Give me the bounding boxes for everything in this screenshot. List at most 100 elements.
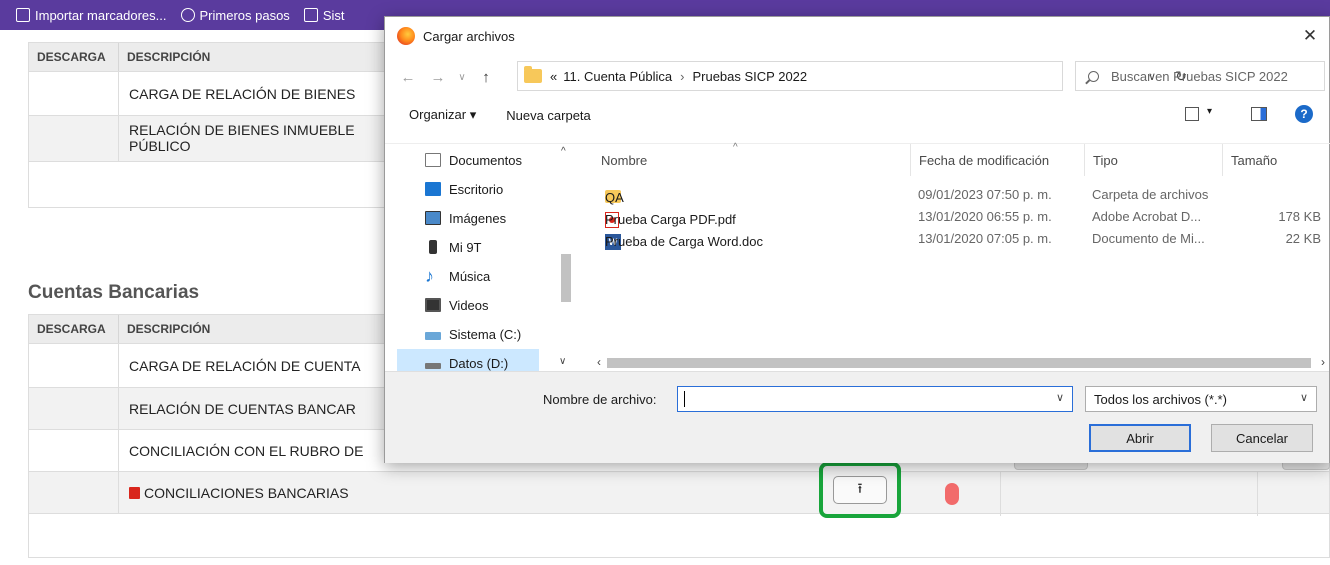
nav-label: Escritorio xyxy=(449,181,504,197)
nav-item-documentos[interactable]: Documentos xyxy=(425,146,575,174)
forward-icon[interactable]: → xyxy=(427,69,449,86)
bookmark-import[interactable]: Importar marcadores... xyxy=(16,8,167,23)
file-size: 178 KB xyxy=(1278,209,1321,224)
back-icon[interactable]: ← xyxy=(397,69,419,86)
file-list-scrollbar[interactable]: ‹ › xyxy=(585,354,1330,372)
screen: Importar marcadores... Primeros pasos Si… xyxy=(0,0,1330,565)
table-row: CONCILIACIONES BANCARIAS xyxy=(29,471,1329,513)
filename-input[interactable]: ∨ xyxy=(677,386,1073,412)
nav-item-mi9t[interactable]: Mi 9T xyxy=(425,233,575,261)
nav-label: Música xyxy=(449,268,491,284)
nav-label: Documentos xyxy=(449,152,522,168)
videos-icon xyxy=(425,298,441,312)
row-description-text: CONCILIACIONES BANCARIAS xyxy=(144,484,349,501)
nav-item-imagenes[interactable]: Imágenes xyxy=(425,204,575,232)
row-description xyxy=(29,514,1329,557)
chevron-down-icon[interactable]: ∨ xyxy=(1056,391,1064,404)
import-icon xyxy=(16,8,30,22)
pdf-icon[interactable] xyxy=(129,486,140,499)
bookmark-sist[interactable]: Sist xyxy=(303,7,345,23)
file-list: Nombre ^ Fecha de modificación Tipo Tama… xyxy=(585,142,1330,372)
address-row: ← → ∨ ↑ « 11. Cuenta Pública › Pruebas S… xyxy=(385,55,1329,99)
file-type: Adobe Acrobat D... xyxy=(1092,209,1202,224)
breadcrumb-pruebas[interactable]: Pruebas SICP 2022 xyxy=(692,69,807,84)
scroll-down-icon[interactable]: ∨ xyxy=(559,356,566,367)
desktop-icon xyxy=(425,182,441,196)
new-folder-button[interactable]: Nueva carpeta xyxy=(506,108,591,123)
file-row[interactable]: W Prueba de Carga Word.doc 13/01/2020 07:… xyxy=(585,228,1330,250)
search-box[interactable]: Buscar en Pruebas SICP 2022 xyxy=(1075,61,1325,91)
filename-label: Nombre de archivo: xyxy=(543,392,657,407)
firefox-icon xyxy=(397,27,415,45)
phone-icon xyxy=(429,240,437,254)
section-title: Cuentas Bancarias xyxy=(28,282,200,303)
file-row[interactable]: QA 09/01/2023 07:50 p. m. Carpeta de arc… xyxy=(585,184,1330,206)
nav-item-musica[interactable]: ♪ Música xyxy=(425,262,575,290)
column-name[interactable]: Nombre xyxy=(601,144,647,176)
upload-icon: ⭱ xyxy=(857,480,863,496)
column-type[interactable]: Tipo xyxy=(1084,144,1118,176)
upload-highlight: ⭱ xyxy=(819,462,901,518)
row-description: CONCILIACIONES BANCARIAS xyxy=(119,472,1329,513)
bookmark-label: Sist xyxy=(322,7,345,23)
scroll-left-icon[interactable]: ‹ xyxy=(597,355,601,369)
file-date: 13/01/2020 06:55 p. m. xyxy=(918,209,1052,224)
header-descarga: DESCARGA xyxy=(29,315,119,343)
bookmark-first-steps[interactable]: Primeros pasos xyxy=(180,7,290,23)
command-bar: Organizar ▾ Nueva carpeta ▾ ? xyxy=(385,99,1329,131)
file-name: Prueba Carga PDF.pdf xyxy=(605,212,736,227)
cancel-button[interactable]: Cancelar xyxy=(1211,424,1313,452)
breadcrumb-separator: › xyxy=(680,68,685,84)
sort-up-icon: ^ xyxy=(733,142,738,153)
dialog-titlebar: Cargar archivos ✕ xyxy=(385,17,1329,55)
help-icon[interactable]: ? xyxy=(1295,105,1313,123)
scroll-thumb[interactable] xyxy=(607,358,1311,368)
nav-item-escritorio[interactable]: Escritorio xyxy=(425,175,575,203)
bookmark-label: Importar marcadores... xyxy=(35,7,167,23)
breadcrumb-cuenta-publica[interactable]: 11. Cuenta Pública xyxy=(563,69,672,84)
music-icon: ♪ xyxy=(425,266,434,286)
column-size[interactable]: Tamaño xyxy=(1222,144,1277,176)
scroll-right-icon[interactable]: › xyxy=(1321,355,1325,369)
close-button[interactable]: ✕ xyxy=(1297,23,1323,49)
scroll-up-icon[interactable]: ^ xyxy=(561,146,566,157)
drive-d-icon xyxy=(425,363,441,369)
bookmark-label: Primeros pasos xyxy=(199,7,290,23)
recent-dropdown-icon[interactable]: ∨ xyxy=(451,72,473,83)
nav-item-videos[interactable]: Videos xyxy=(425,291,575,319)
file-type-select[interactable]: Todos los archivos (*.*) ∨ xyxy=(1085,386,1317,412)
documents-icon xyxy=(425,153,441,167)
text-caret xyxy=(684,391,685,407)
file-type: Documento de Mi... xyxy=(1092,231,1205,246)
file-date: 09/01/2023 07:50 p. m. xyxy=(918,187,1052,202)
view-options-icon[interactable] xyxy=(1185,107,1199,121)
nav-item-sistema[interactable]: Sistema (C:) xyxy=(425,320,575,348)
file-size: 22 KB xyxy=(1285,231,1321,246)
table-row xyxy=(29,513,1329,557)
drive-c-icon xyxy=(425,332,441,340)
search-icon xyxy=(1088,70,1099,82)
address-bar[interactable]: « 11. Cuenta Pública › Pruebas SICP 2022… xyxy=(517,61,1187,91)
file-name: QA xyxy=(605,190,624,205)
open-button[interactable]: Abrir xyxy=(1089,424,1191,452)
dialog-body: Documentos Escritorio Imágenes Mi 9T ♪ M… xyxy=(385,142,1330,377)
nav-label: Mi 9T xyxy=(449,239,482,255)
navigation-pane: Documentos Escritorio Imágenes Mi 9T ♪ M… xyxy=(385,144,577,377)
hidden-button xyxy=(1282,462,1330,470)
file-name: Prueba de Carga Word.doc xyxy=(605,234,764,249)
preview-pane-icon[interactable] xyxy=(1251,107,1267,121)
nav-scrollbar[interactable]: ^ ∨ xyxy=(557,144,575,372)
upload-button[interactable]: ⭱ xyxy=(833,476,887,504)
column-date[interactable]: Fecha de modificación xyxy=(910,144,1049,176)
scroll-thumb[interactable] xyxy=(561,254,571,302)
address-prefix: « xyxy=(550,68,558,84)
close-icon: ✕ xyxy=(1302,26,1318,45)
bookmark-icon xyxy=(303,8,318,22)
chevron-down-icon[interactable]: ▾ xyxy=(1207,106,1212,117)
pictures-icon xyxy=(425,211,441,225)
file-row[interactable]: Prueba Carga PDF.pdf 13/01/2020 06:55 p.… xyxy=(585,206,1330,228)
organize-button[interactable]: Organizar ▾ xyxy=(409,107,476,123)
up-icon[interactable]: ↑ xyxy=(475,69,497,86)
dialog-footer: Nombre de archivo: ∨ Todos los archivos … xyxy=(385,371,1329,463)
file-open-dialog: Cargar archivos ✕ ← → ∨ ↑ « 11. Cuenta P… xyxy=(384,16,1330,463)
